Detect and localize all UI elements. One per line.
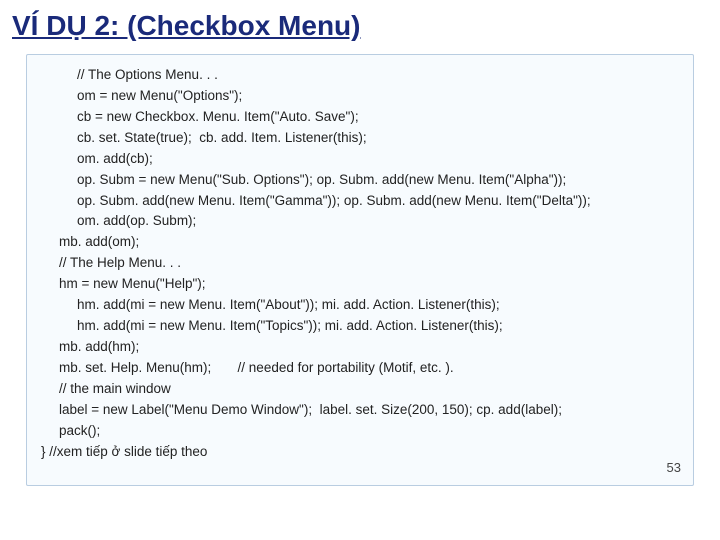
code-line: // The Help Menu. . . <box>41 253 679 274</box>
code-line: om. add(cb); <box>41 149 679 170</box>
code-line: // the main window <box>41 379 679 400</box>
code-line: om. add(op. Subm); <box>41 211 679 232</box>
code-line: op. Subm. add(new Menu. Item("Gamma")); … <box>41 191 679 212</box>
code-line: cb = new Checkbox. Menu. Item("Auto. Sav… <box>41 107 679 128</box>
code-line: mb. add(om); <box>41 232 679 253</box>
code-line: mb. add(hm); <box>41 337 679 358</box>
slide-title: VÍ DỤ 2: (Checkbox Menu) <box>0 0 720 48</box>
code-line: op. Subm = new Menu("Sub. Options"); op.… <box>41 170 679 191</box>
code-line: hm. add(mi = new Menu. Item("Topics")); … <box>41 316 679 337</box>
code-line: hm. add(mi = new Menu. Item("About")); m… <box>41 295 679 316</box>
code-line: hm = new Menu("Help"); <box>41 274 679 295</box>
code-line: label = new Label("Menu Demo Window"); l… <box>41 400 679 421</box>
code-line: // The Options Menu. . . <box>41 65 679 86</box>
code-line: mb. set. Help. Menu(hm); // needed for p… <box>41 358 679 379</box>
code-block: // The Options Menu. . . om = new Menu("… <box>26 54 694 486</box>
code-line: om = new Menu("Options"); <box>41 86 679 107</box>
code-line: cb. set. State(true); cb. add. Item. Lis… <box>41 128 679 149</box>
code-line: } //xem tiếp ở slide tiếp theo <box>41 442 679 463</box>
page-number: 53 <box>667 458 681 478</box>
code-line: pack(); <box>41 421 679 442</box>
